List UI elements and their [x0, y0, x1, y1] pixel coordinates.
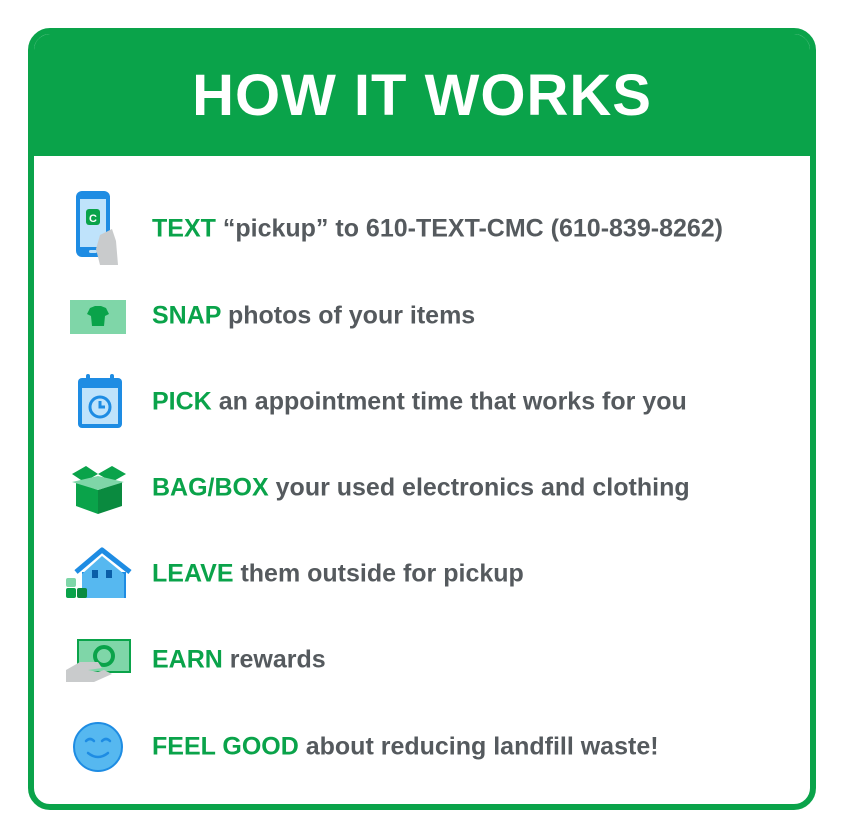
step-text-label: FEEL GOOD about reducing landfill waste! — [152, 733, 659, 762]
step-description: photos of your items — [227, 301, 476, 330]
step-text-label: EARN rewards — [152, 646, 326, 675]
house-icon — [64, 544, 132, 604]
step-earn: EARN rewards — [64, 630, 784, 690]
step-text-label: TEXT “pickup” to 610-TEXT-CMC (610-839-8… — [152, 215, 723, 244]
page-title: HOW IT WORKS — [192, 62, 652, 128]
step-text-label: PICK an appointment time that works for … — [152, 388, 687, 417]
step-text-label: SNAP photos of your items — [152, 302, 475, 331]
step-keyword: TEXT — [152, 214, 216, 243]
step-text-label: LEAVE them outside for pickup — [152, 560, 524, 589]
step-text-label: BAG/BOX your used electronics and clothi… — [152, 474, 690, 503]
header-banner: HOW IT WORKS — [34, 34, 810, 156]
cash-hand-icon — [64, 630, 131, 690]
step-keyword: LEAVE — [152, 559, 234, 588]
step-keyword: BAG/BOX — [152, 473, 269, 502]
open-box-icon — [64, 458, 128, 518]
step-keyword: EARN — [152, 645, 223, 674]
smiley-face-icon — [64, 717, 128, 777]
step-description: “pickup” to 610-TEXT-CMC (610-839-8262) — [222, 214, 724, 243]
step-feel-good: FEEL GOOD about reducing landfill waste! — [64, 717, 784, 777]
step-text: C TEXT “pickup” to 610-TEXT-CMC (610-839… — [64, 191, 784, 265]
calendar-clock-icon — [64, 372, 128, 432]
step-leave: LEAVE them outside for pickup — [64, 544, 784, 604]
step-description: an appointment time that works for you — [218, 387, 687, 416]
step-keyword: PICK — [152, 387, 212, 416]
step-bag-box: BAG/BOX your used electronics and clothi… — [64, 458, 784, 518]
step-keyword: FEEL GOOD — [152, 732, 299, 761]
step-description: them outside for pickup — [240, 559, 524, 588]
how-it-works-card: HOW IT WORKS C TEXT “pickup” to 610-TEXT… — [28, 28, 816, 810]
phone-icon: C — [64, 191, 128, 265]
step-snap: SNAP photos of your items — [64, 286, 784, 346]
svg-text:C: C — [89, 213, 97, 225]
step-description: your used electronics and clothing — [275, 473, 690, 502]
shirt-photo-icon — [64, 286, 128, 346]
step-description: rewards — [229, 645, 326, 674]
step-pick: PICK an appointment time that works for … — [64, 372, 784, 432]
step-keyword: SNAP — [152, 301, 222, 330]
step-description: about reducing landfill waste! — [305, 732, 659, 761]
